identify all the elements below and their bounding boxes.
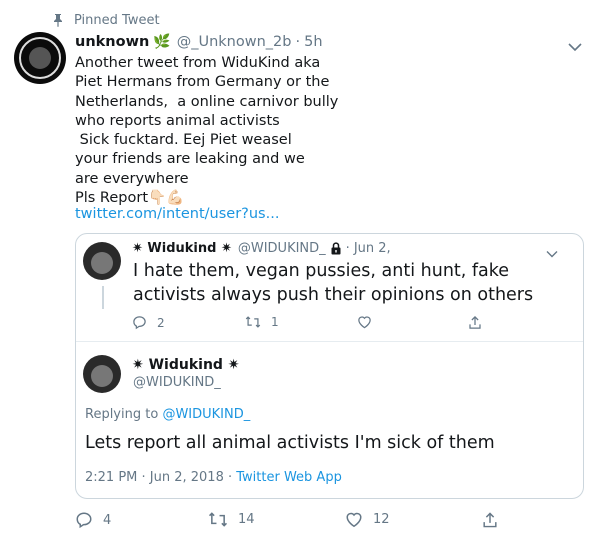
lock-icon	[330, 241, 342, 255]
like-count: 12	[373, 512, 390, 527]
pinned-tweet-indicator: Pinned Tweet	[52, 12, 160, 28]
tweet-time[interactable]: 5h	[304, 34, 322, 50]
like-button[interactable]: 12	[345, 511, 390, 528]
reply-avatar[interactable]	[83, 355, 121, 393]
retweet-button[interactable]: 14	[208, 511, 255, 528]
quoted-handle[interactable]: @WIDUKIND_	[238, 241, 326, 256]
reply-icon	[76, 512, 92, 529]
thread-line	[102, 286, 104, 309]
display-name[interactable]: unknown	[75, 34, 149, 50]
heart-icon	[346, 512, 362, 528]
reply-handle[interactable]: @WIDUKIND_	[133, 375, 221, 390]
tweet-link[interactable]: twitter.com/intent/user?us...	[75, 206, 279, 222]
reply-count: 4	[103, 512, 112, 528]
retweet-button[interactable]: 1	[245, 315, 279, 329]
quoted-tweet-text: I hate them, vegan pussies, anti hunt, f…	[133, 261, 534, 305]
replying-prefix: Replying to	[85, 407, 163, 422]
tweet-action-bar: 4 14 12	[75, 511, 515, 531]
reply-icon	[133, 316, 146, 330]
pinned-label: Pinned Tweet	[74, 12, 160, 28]
share-button[interactable]	[468, 315, 492, 330]
tweet-header: unknown 🌿 @_Unknown_2b · 5h	[75, 33, 323, 51]
share-icon	[469, 315, 481, 329]
avatar[interactable]	[14, 32, 66, 84]
tweet-text: Another tweet from WiduKind aka Piet Her…	[75, 55, 339, 207]
reply-display-name[interactable]: ✷ Widukind ✷	[132, 357, 240, 373]
source-app[interactable]: Twitter Web App	[236, 470, 342, 485]
heart-icon	[358, 316, 371, 329]
reply-button[interactable]: 2	[132, 315, 165, 330]
share-button[interactable]	[482, 511, 508, 529]
chevron-down-icon[interactable]	[546, 243, 558, 258]
retweet-icon	[245, 316, 261, 328]
name-emoji: 🌿	[153, 34, 171, 50]
reply-timestamp-line: 2:21 PM · Jun 2, 2018 · Twitter Web App	[85, 470, 342, 485]
quoted-tweet-card[interactable]: ✷ Widukind ✷ @WIDUKIND_ · Jun 2, I hate …	[75, 233, 584, 499]
pin-icon	[52, 13, 64, 27]
separator: ·	[295, 34, 301, 50]
replying-to-line: Replying to @WIDUKIND_	[85, 407, 250, 422]
reply-button[interactable]: 4	[75, 511, 111, 529]
quoted-avatar[interactable]	[83, 242, 121, 280]
like-button[interactable]	[357, 315, 382, 329]
quoted-action-bar: 2 1	[132, 315, 492, 333]
share-icon	[483, 512, 497, 528]
reply-tweet-text: Lets report all animal activists I'm sic…	[85, 433, 495, 453]
quoted-time[interactable]: Jun 2,	[354, 241, 391, 256]
quoted-display-name[interactable]: ✷ Widukind ✷	[132, 241, 232, 256]
quoted-header: ✷ Widukind ✷ @WIDUKIND_ · Jun 2,	[132, 239, 391, 257]
user-handle[interactable]: @_Unknown_2b	[177, 34, 292, 50]
retweet-icon	[208, 512, 228, 527]
chevron-down-icon[interactable]	[568, 37, 582, 52]
separator: ·	[345, 240, 350, 256]
retweet-count: 1	[271, 315, 279, 329]
retweet-count: 14	[238, 512, 255, 527]
reply-count: 2	[157, 315, 165, 330]
divider	[76, 341, 583, 342]
reply-timestamp[interactable]: 2:21 PM · Jun 2, 2018 ·	[85, 470, 236, 485]
replying-mention[interactable]: @WIDUKIND_	[162, 407, 250, 422]
